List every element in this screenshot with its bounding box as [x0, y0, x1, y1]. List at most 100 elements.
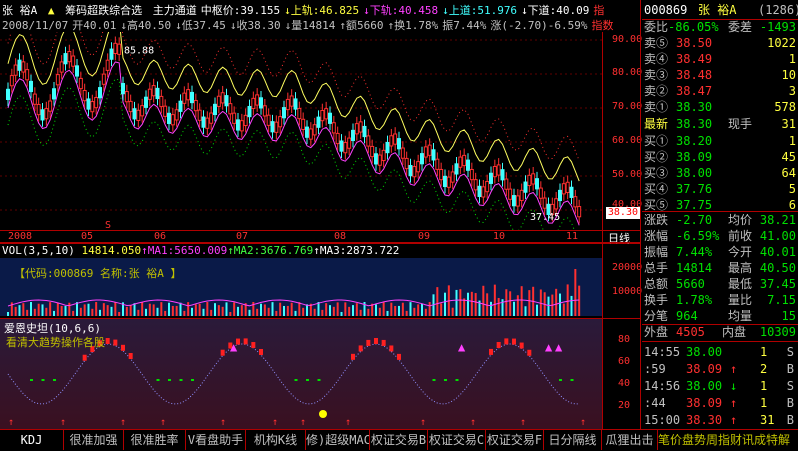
candle: [236, 119, 240, 131]
indicator-signal: [374, 338, 378, 345]
candle: [255, 94, 260, 106]
candle: [412, 166, 417, 178]
volume-bar: [229, 311, 232, 316]
stat-row: 换手 1.78% 量比 7.15: [642, 293, 798, 308]
candle: [381, 149, 386, 162]
candle: [170, 114, 175, 126]
candle: [205, 117, 210, 129]
candle: [531, 173, 536, 185]
volume-bar: [413, 307, 416, 316]
tick-arrow: ↑: [730, 396, 738, 410]
stat-label: 最高: [728, 261, 753, 275]
tick-arrow: ↑: [730, 413, 738, 427]
candle: [174, 109, 179, 121]
candle: [220, 92, 225, 104]
volume-bar: [298, 302, 301, 316]
volume-bar: [187, 302, 190, 316]
candle: [416, 161, 421, 173]
indicator-signal: [381, 339, 386, 346]
stat-label: 最低: [728, 277, 753, 291]
candle: [101, 73, 106, 85]
candle: [320, 109, 325, 122]
buy-row: 买③ 38.00 64: [642, 166, 798, 181]
tab-4[interactable]: V看盘助手: [186, 430, 246, 450]
stat-label: 总额: [644, 277, 669, 291]
volume-bar: [279, 302, 282, 316]
buy-label: 买①: [644, 134, 669, 148]
code-label: 【代码:000869 名称:张 裕A 】: [14, 267, 182, 280]
volume-bar: [302, 307, 305, 316]
volume-bar: [505, 289, 508, 316]
candle: [266, 114, 271, 126]
indicator-signal: [128, 353, 133, 360]
volume-bar: [290, 302, 293, 316]
tab-5[interactable]: 机构K线: [246, 430, 306, 450]
weibi-row: 委比 -86.05% 委差 -1493: [642, 20, 798, 35]
tab-9[interactable]: 权证交易F: [486, 430, 544, 450]
tab-6[interactable]: 修)超级MACD: [306, 430, 370, 450]
volume-bar: [145, 308, 147, 316]
period-label[interactable]: 日线: [608, 230, 630, 246]
volume-bar: [26, 309, 29, 316]
price-chart[interactable]: 85.88 37.45 S: [0, 32, 640, 230]
buy-price: 38.09: [676, 150, 713, 164]
candle: [71, 55, 76, 67]
indicator-signal: [351, 353, 355, 360]
stat-label: 前收: [728, 229, 753, 243]
volume-bar: [355, 303, 358, 316]
candle: [197, 109, 202, 121]
stat-label: 均量: [728, 309, 753, 323]
candle: [508, 188, 513, 200]
header-line-1: 张 裕A ▲ 筹码超跌综合选 主力通道 中枢价:39.155 ↓上轨:46.825 ↓…: [2, 2, 612, 18]
candle: [285, 98, 290, 111]
volume-bar: [390, 302, 393, 316]
buy-marker: ▲: [458, 340, 466, 354]
tab-2[interactable]: 很准加强: [64, 430, 124, 450]
volume-bar: [394, 305, 397, 316]
volume-bar: [76, 302, 78, 316]
tick-row: 15:00 38.30 ↑ 31 B: [642, 413, 798, 428]
divider: [0, 242, 640, 243]
volume-bar: [22, 303, 25, 316]
volume-bar: [497, 297, 500, 316]
stock-name: 张 裕A: [698, 3, 737, 17]
candle: [354, 123, 359, 135]
volume-bar: [45, 307, 48, 316]
candle: [519, 189, 524, 202]
indicator-dot: [30, 379, 33, 381]
tab-8[interactable]: 权证交易C: [428, 430, 486, 450]
volume-bar: [152, 304, 155, 316]
volume-bar: [516, 295, 519, 316]
low-annotation: 37.45: [530, 212, 560, 223]
volume-value: ↑MA3:2873.722: [313, 244, 400, 257]
waipan-row: 外盘 4505 内盘 10309: [642, 325, 798, 340]
volume-bar: [340, 311, 343, 316]
tab-7[interactable]: 权证交易B: [370, 430, 428, 450]
latest-row: 最新 38.30 现手 31: [642, 117, 798, 132]
tab-3[interactable]: 很准胜率: [124, 430, 186, 450]
volume-bar: [459, 289, 462, 316]
date-label: 2008: [8, 231, 33, 242]
quote-tabs[interactable]: 笔价盘势周指财讯成特解: [658, 430, 798, 450]
date-label: 09: [418, 231, 431, 242]
candle: [109, 48, 114, 60]
volume-bar: [559, 293, 561, 316]
tab-11[interactable]: 瓜狸出击: [602, 430, 658, 450]
candle: [232, 112, 237, 124]
volume-value: ↑MA2:3676.769: [227, 244, 314, 257]
tab-1[interactable]: KDJ: [0, 430, 64, 450]
candle: [178, 100, 183, 112]
tick-price: 38.00: [686, 379, 723, 393]
price-tick: 90.00: [612, 34, 643, 45]
candle: [312, 124, 317, 136]
volume-bar: [53, 310, 55, 316]
stat-value: -6.59%: [676, 229, 720, 243]
volume-bar: [536, 304, 538, 316]
volume-bar: [87, 303, 90, 316]
tick-price: 38.09: [686, 362, 723, 376]
volume-bar: [306, 304, 308, 316]
candle: [458, 156, 463, 168]
candle: [427, 144, 432, 156]
chart-header: 张 裕A ▲ 筹码超跌综合选 主力通道 中枢价:39.155 ↓上轨:46.825 ↓…: [0, 0, 638, 32]
tab-10[interactable]: 日分隔线: [544, 430, 602, 450]
